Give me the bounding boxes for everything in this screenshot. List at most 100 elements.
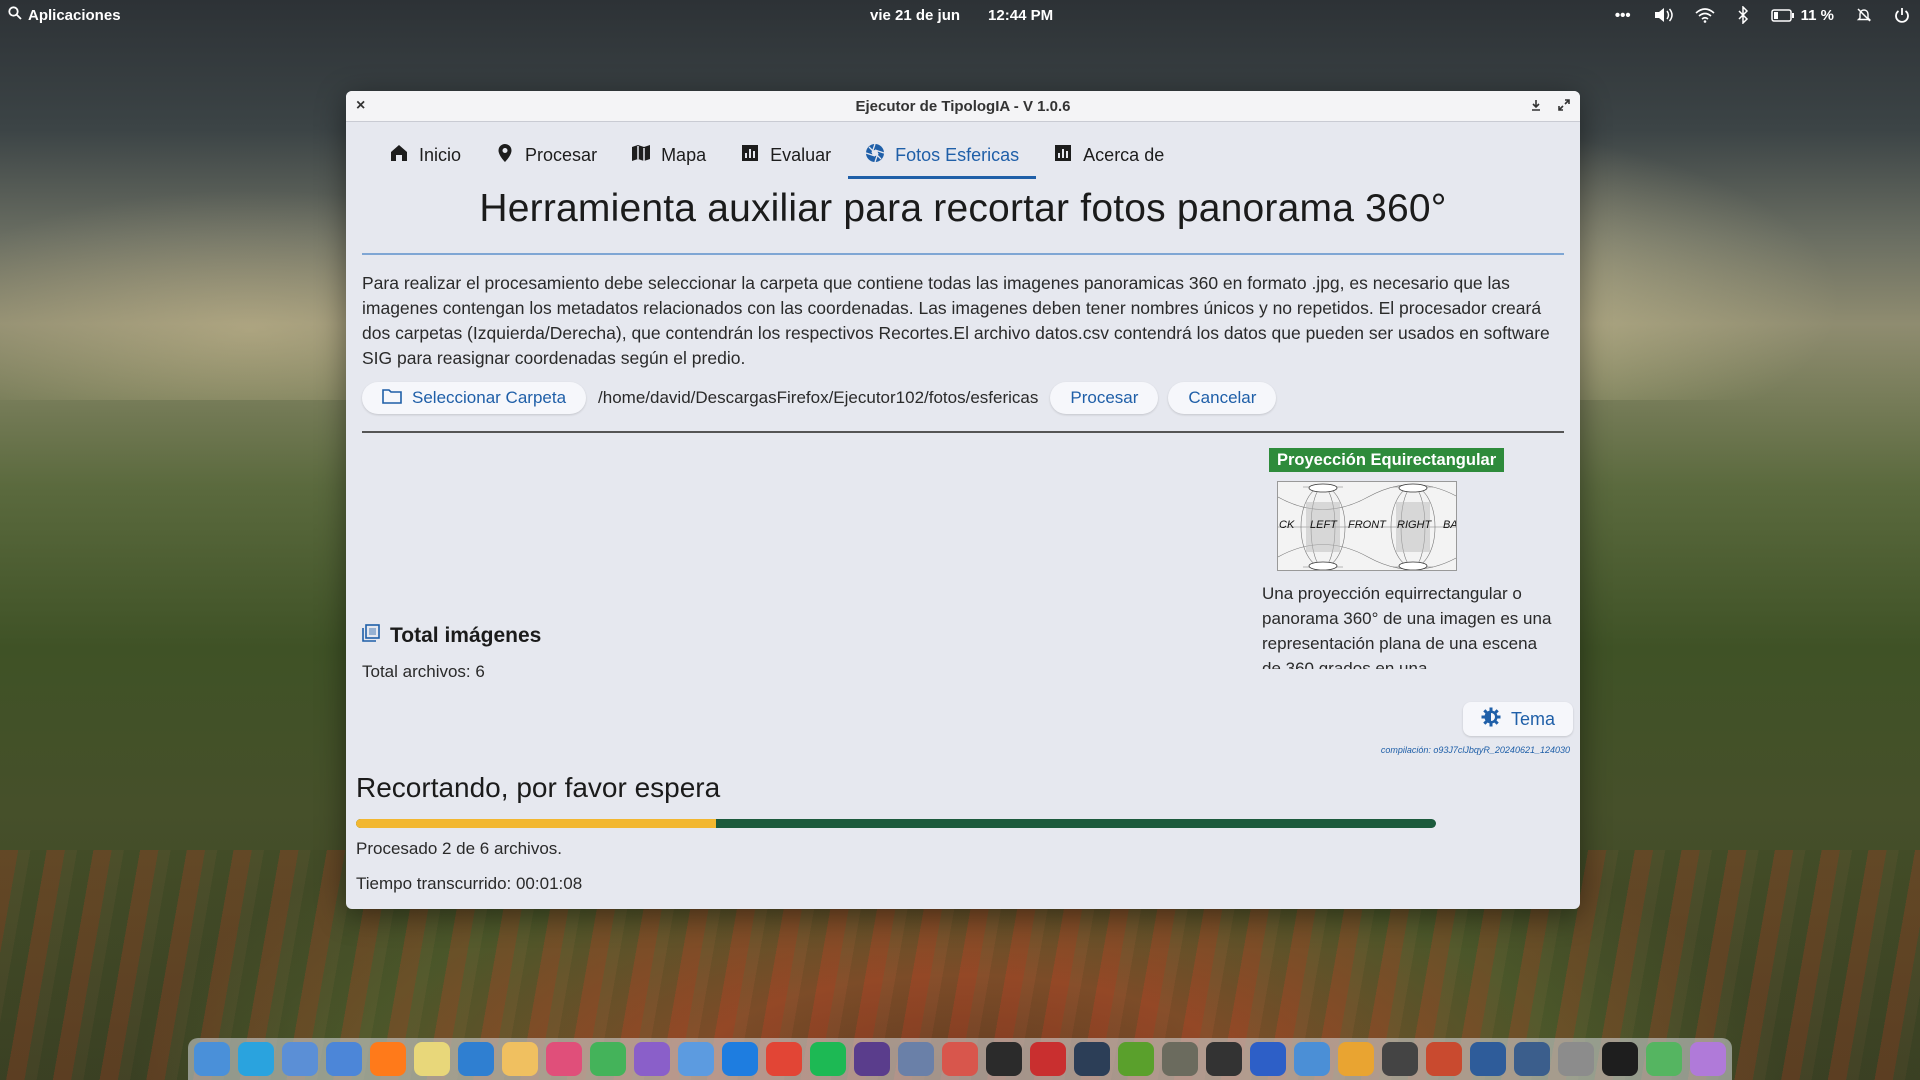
wifi-icon[interactable] [1695, 7, 1715, 23]
aperture-icon [865, 143, 885, 168]
bluetooth-icon[interactable] [1737, 6, 1749, 24]
folder-icon [382, 388, 402, 409]
headphones-icon[interactable] [1250, 1042, 1286, 1076]
firefox-icon[interactable] [370, 1042, 406, 1076]
map-icon [631, 143, 651, 168]
files-icon[interactable] [194, 1042, 230, 1076]
projection-badge: Proyección Equirectangular [1269, 448, 1505, 472]
gauge-icon[interactable] [1514, 1042, 1550, 1076]
tab-fotos-esfericas[interactable]: Fotos Esfericas [848, 131, 1037, 179]
maps-icon[interactable] [1338, 1042, 1374, 1076]
search-icon[interactable] [282, 1042, 318, 1076]
progress-bar [356, 819, 1436, 828]
home-icon [389, 143, 409, 168]
select-folder-button[interactable]: Seleccionar Carpeta [362, 382, 587, 414]
pano-label-back-left: CK [1279, 519, 1295, 531]
instructions-text: Para realizar el procesamiento debe sele… [362, 273, 1550, 368]
tab-inicio[interactable]: Inicio [372, 131, 478, 179]
battery-indicator[interactable]: 11 % [1770, 6, 1834, 24]
tab-label: Fotos Esfericas [895, 144, 1020, 165]
equirectangular-image: CK LEFT FRONT RIGHT BA [1277, 481, 1457, 571]
notes-icon[interactable] [414, 1042, 450, 1076]
page-title: Herramienta auxiliar para recortar fotos… [479, 187, 1447, 230]
system-topbar: Aplicaciones vie 21 de jun 12:44 PM ••• … [0, 0, 1920, 30]
tiles-icon[interactable] [1470, 1042, 1506, 1076]
spotify-icon[interactable] [810, 1042, 846, 1076]
images-icon [362, 624, 380, 648]
inkscape-icon[interactable] [1206, 1042, 1242, 1076]
mosaic-icon[interactable] [898, 1042, 934, 1076]
battery-percent: 11 % [1800, 6, 1834, 24]
window-title: Ejecutor de TipologIA - V 1.0.6 [855, 97, 1071, 115]
build-info: compilación: o93J7clJbqyR_20240621_12403… [1380, 745, 1570, 755]
terminal-icon[interactable] [986, 1042, 1022, 1076]
time-label: 12:44 PM [988, 6, 1054, 24]
actions-divider [362, 431, 1564, 433]
telegram-icon[interactable] [238, 1042, 274, 1076]
close-icon[interactable]: × [356, 97, 365, 115]
screen-icon[interactable] [854, 1042, 890, 1076]
elapsed-time: Tiempo transcurrido: 00:01:08 [356, 874, 583, 893]
theme-label: Tema [1511, 708, 1556, 729]
theme-gear-icon [1481, 707, 1501, 732]
maximize-icon[interactable] [1558, 98, 1570, 114]
tab-label: Inicio [419, 144, 462, 165]
progress-title: Recortando, por favor espera [356, 772, 721, 803]
store-icon[interactable] [942, 1042, 978, 1076]
photos-icon[interactable] [634, 1042, 670, 1076]
tab-label: Procesar [525, 144, 598, 165]
chart-icon [740, 143, 760, 168]
total-files-count: Total archivos: 6 [362, 662, 485, 681]
printer-icon[interactable] [1558, 1042, 1594, 1076]
tab-procesar[interactable]: Procesar [478, 131, 614, 179]
projection-info-panel: Proyección Equirectangular CK LEFT FRONT… [1262, 448, 1562, 669]
chrome-icon[interactable] [766, 1042, 802, 1076]
mail-icon[interactable] [502, 1042, 538, 1076]
writer-icon[interactable] [458, 1042, 494, 1076]
scissors-icon[interactable] [1030, 1042, 1066, 1076]
search-icon [8, 6, 22, 24]
notifications-off-icon[interactable] [1856, 7, 1872, 23]
tab-evaluar[interactable]: Evaluar [723, 131, 848, 179]
system-tray: ••• 11 % [1615, 6, 1910, 24]
title-divider [362, 253, 1564, 255]
applications-menu[interactable]: Aplicaciones [8, 6, 121, 24]
process-button[interactable]: Procesar [1050, 382, 1159, 414]
clock[interactable]: vie 21 de jun 12:44 PM [870, 7, 1053, 24]
toggle-icon[interactable] [678, 1042, 714, 1076]
projection-description[interactable]: Una proyección equirrectangular o panora… [1262, 581, 1552, 669]
select-folder-label: Seleccionar Carpeta [412, 388, 567, 407]
tab-mapa[interactable]: Mapa [614, 131, 723, 179]
qgis-icon[interactable] [1118, 1042, 1154, 1076]
triangle-icon[interactable] [1646, 1042, 1682, 1076]
monitor-icon[interactable] [1074, 1042, 1110, 1076]
finder-icon[interactable] [326, 1042, 362, 1076]
total-images-panel: Total imágenes Total archivos: 6 [362, 624, 541, 682]
pano-label-front: FRONT [1348, 519, 1386, 531]
minimize-icon[interactable] [1530, 98, 1542, 114]
binance-icon[interactable] [1602, 1042, 1638, 1076]
tab-label: Acerca de [1083, 144, 1165, 165]
calc-icon[interactable] [590, 1042, 626, 1076]
volume-icon[interactable] [1653, 7, 1673, 23]
tasks-icon[interactable] [546, 1042, 582, 1076]
applications-label: Aplicaciones [28, 6, 121, 24]
cancel-button[interactable]: Cancelar [1168, 382, 1277, 414]
more-icon[interactable]: ••• [1615, 7, 1631, 24]
tab-label: Evaluar [770, 144, 832, 165]
dock [188, 1038, 1732, 1080]
app-window: × Ejecutor de TipologIA - V 1.0.6 Inicio… [346, 91, 1580, 909]
window-titlebar[interactable]: × Ejecutor de TipologIA - V 1.0.6 [346, 91, 1580, 122]
tab-acerca-de[interactable]: Acerca de [1036, 131, 1181, 179]
sync-icon[interactable] [722, 1042, 758, 1076]
viewer-icon[interactable] [1426, 1042, 1462, 1076]
settings-icon[interactable] [1294, 1042, 1330, 1076]
progress-bar-fill [356, 819, 716, 828]
star-icon[interactable] [1690, 1042, 1726, 1076]
theme-button[interactable]: Tema [1463, 702, 1574, 736]
chart-icon [1053, 143, 1073, 168]
date-label: vie 21 de jun [870, 6, 961, 24]
power-icon[interactable] [1894, 7, 1910, 23]
gimp-icon[interactable] [1162, 1042, 1198, 1076]
vlc-icon[interactable] [1382, 1042, 1418, 1076]
